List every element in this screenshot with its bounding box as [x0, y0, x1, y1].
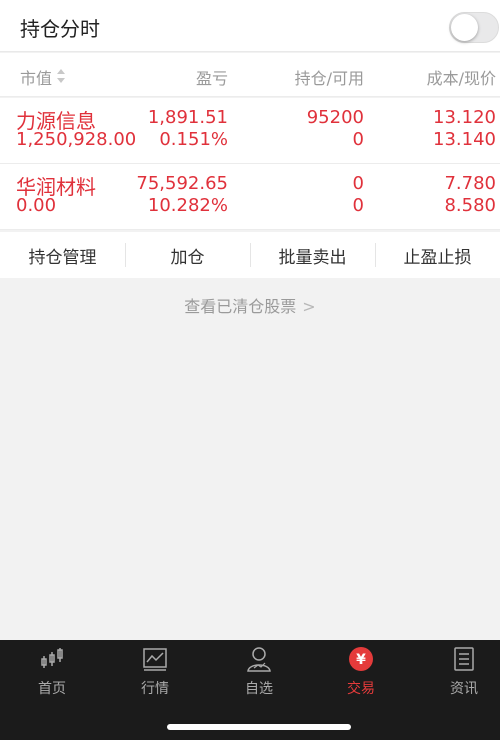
sort-icon[interactable]: [56, 69, 66, 83]
tab-trade[interactable]: ¥ 交易: [321, 646, 401, 698]
tab-news[interactable]: 资讯: [424, 646, 500, 698]
tab-label: 资讯: [450, 681, 478, 697]
pnl-amount: 75,592.65: [136, 173, 228, 194]
available-qty: 0: [352, 195, 364, 216]
chart-icon: [143, 648, 167, 671]
news-icon: [454, 647, 474, 671]
position-qty: 95200: [306, 107, 364, 128]
position-manage-button[interactable]: 持仓管理: [0, 232, 125, 278]
position-row[interactable]: 力源信息 1,250,928.00 1,891.51 0.151% 95200 …: [0, 98, 500, 164]
tab-watchlist[interactable]: 自选: [219, 646, 299, 698]
header-cost-price: 成本/现价: [426, 69, 496, 88]
header-position: 持仓/可用: [294, 69, 364, 88]
tab-market[interactable]: 行情: [115, 646, 195, 698]
view-cleared-stocks-label: 查看已清仓股票: [184, 297, 297, 316]
cost-price: 13.120: [433, 107, 496, 128]
yen-icon: ¥: [349, 647, 373, 671]
tab-label: 首页: [38, 681, 66, 697]
positions-list: 力源信息 1,250,928.00 1,891.51 0.151% 95200 …: [0, 98, 500, 230]
svg-text:¥: ¥: [356, 652, 366, 668]
current-price: 13.140: [433, 129, 496, 150]
add-position-button[interactable]: 加仓: [125, 232, 250, 278]
header-market-value[interactable]: 市值: [20, 65, 52, 89]
tab-label: 交易: [347, 681, 375, 697]
positions-header: 市值 盈亏 持仓/可用 成本/现价: [0, 53, 500, 97]
market-value: 1,250,928.00: [16, 129, 137, 150]
pnl-percent: 10.282%: [147, 195, 228, 216]
batch-sell-button[interactable]: 批量卖出: [250, 232, 375, 278]
toggle-knob: [451, 14, 478, 41]
position-timeshare-toggle[interactable]: [449, 12, 499, 43]
chevron-right-icon: >: [302, 297, 316, 316]
take-profit-stop-loss-button[interactable]: 止盈止损: [375, 232, 500, 278]
position-qty: 0: [352, 173, 364, 194]
current-price: 8.580: [444, 195, 496, 216]
market-value: 0.00: [16, 195, 57, 216]
position-timeshare-row: 持仓分时: [0, 0, 500, 52]
tab-label: 行情: [141, 681, 169, 697]
cost-price: 7.780: [444, 173, 496, 194]
pnl-amount: 1,891.51: [147, 107, 228, 128]
tab-home[interactable]: 首页: [12, 646, 92, 698]
position-action-bar: 持仓管理 加仓 批量卖出 止盈止损: [0, 232, 500, 278]
trade-positions-page: 持仓分时 市值 盈亏 持仓/可用 成本/现价 力源信息 1,250,928.00…: [0, 0, 500, 740]
tab-label: 自选: [245, 681, 273, 697]
position-timeshare-label: 持仓分时: [20, 17, 100, 41]
candlestick-icon: [41, 648, 63, 668]
available-qty: 0: [352, 129, 364, 150]
pnl-percent: 0.151%: [159, 129, 228, 150]
home-indicator[interactable]: [167, 724, 351, 730]
position-row[interactable]: 华润材料 0.00 75,592.65 10.282% 0 0 7.780 8.…: [0, 164, 500, 230]
header-pnl: 盈亏: [195, 69, 228, 88]
view-cleared-stocks-link[interactable]: 查看已清仓股票 >: [0, 293, 500, 317]
person-icon: [247, 647, 271, 672]
